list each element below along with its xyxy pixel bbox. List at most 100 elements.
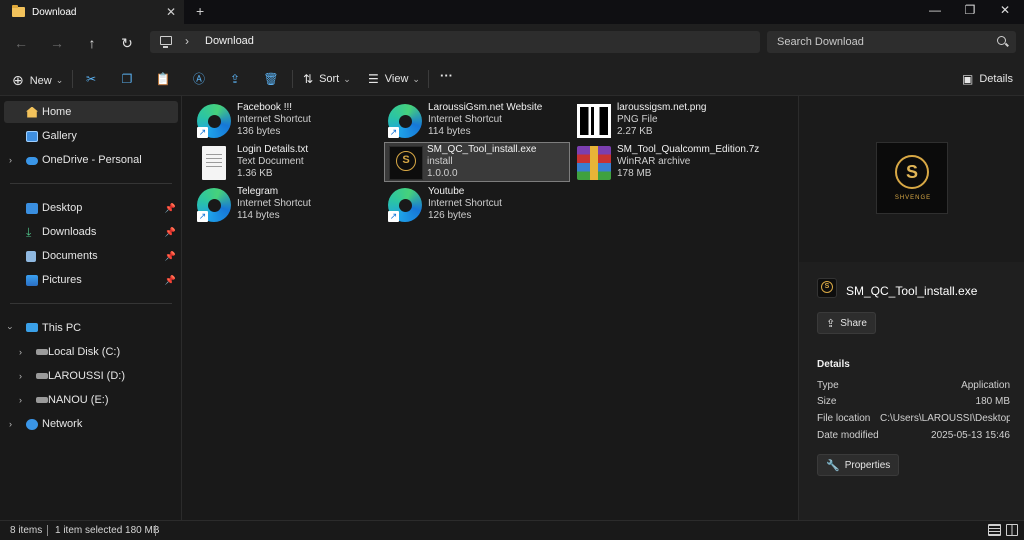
toolbar-divider	[292, 70, 293, 88]
pin-icon[interactable]: 📌	[165, 227, 176, 238]
file-item-laroussigsm-website[interactable]: ↗ LaroussiGsm.net Website Internet Short…	[376, 100, 562, 140]
sidebar-item-onedrive[interactable]: › OneDrive - Personal	[4, 149, 178, 171]
file-item-laroussigsm-png[interactable]: laroussigsm.net.png PNG File 2.27 KB	[565, 100, 751, 140]
sort-label: Sort	[319, 73, 340, 85]
sidebar-item-gallery[interactable]: Gallery	[4, 125, 178, 147]
file-item-sm-qc-tool-install[interactable]: S SM_QC_Tool_install.exe install 1.0.0.0	[384, 142, 570, 182]
prop-size-value: 180 MB	[975, 396, 1010, 407]
forward-button[interactable]: →	[46, 33, 68, 53]
prop-size-key: Size	[817, 396, 837, 407]
rename-icon[interactable]: Ⓐ	[191, 71, 207, 87]
cut-icon[interactable]: ✂	[83, 71, 99, 87]
share-icon[interactable]: ⇪	[227, 71, 243, 87]
file-size: 126 bytes	[428, 210, 472, 221]
sidebar-item-network[interactable]: › Network	[4, 413, 178, 435]
pin-icon[interactable]: 📌	[165, 203, 176, 214]
status-bar: 8 items 1 item selected 180 MB	[0, 520, 1024, 540]
monitor-icon	[160, 36, 172, 48]
address-path[interactable]: Download	[205, 35, 254, 47]
properties-label: Properties	[844, 459, 891, 471]
back-button[interactable]: ←	[10, 33, 32, 53]
status-divider	[47, 525, 48, 536]
details-label: Details	[979, 73, 1013, 85]
sidebar-item-nanou-e[interactable]: › NANOU (E:)	[14, 389, 178, 411]
up-button[interactable]: ↑	[81, 33, 103, 53]
prop-location-value[interactable]: C:\Users\LAROUSSI\Desktop\...	[880, 413, 1010, 424]
expand-chevron-icon[interactable]: ›	[19, 371, 22, 381]
file-name: laroussigsm.net.png	[617, 102, 707, 113]
properties-button[interactable]: 🔧 Properties	[817, 454, 900, 476]
file-item-facebook[interactable]: ↗ Facebook !!! Internet Shortcut 136 byt…	[185, 100, 371, 140]
sidebar-item-label: Local Disk (C:)	[48, 346, 121, 358]
cloud-icon	[26, 157, 38, 165]
pin-icon[interactable]: 📌	[165, 275, 176, 286]
prop-location-key: File location	[817, 413, 871, 424]
minimize-button[interactable]: —	[925, 3, 945, 17]
network-icon	[26, 418, 38, 430]
tab-download[interactable]: Download ✕	[0, 0, 184, 24]
search-input[interactable]: Search Download	[777, 36, 864, 48]
view-button[interactable]: ☰ View ⌄	[368, 72, 420, 86]
sidebar-item-home[interactable]: Home	[4, 101, 178, 123]
file-item-sm-tool-qualcomm[interactable]: SM_Tool_Qualcomm_Edition.7z WinRAR archi…	[565, 142, 759, 182]
file-type: Internet Shortcut	[237, 198, 311, 209]
file-name: Telegram	[237, 186, 279, 197]
sm-app-icon: S	[389, 146, 423, 180]
expand-chevron-icon[interactable]: ›	[6, 327, 16, 330]
sidebar-item-laroussi-d[interactable]: › LAROUSSI (D:)	[14, 365, 178, 387]
expand-chevron-icon[interactable]: ›	[9, 419, 12, 429]
item-count: 8 items	[10, 525, 43, 536]
file-item-login-details[interactable]: Login Details.txt Text Document 1.36 KB	[185, 142, 371, 182]
details-button[interactable]: ▣ Details	[962, 72, 1013, 86]
view-label: View	[384, 73, 409, 85]
chevron-right-icon[interactable]: ›	[185, 34, 189, 48]
sidebar-item-this-pc[interactable]: › This PC	[4, 317, 178, 339]
sm-logo-wordmark: SHVENGE	[894, 195, 932, 201]
expand-chevron-icon[interactable]: ›	[9, 155, 12, 165]
expand-chevron-icon[interactable]: ›	[19, 347, 22, 357]
sidebar-divider	[10, 303, 172, 304]
file-type: Internet Shortcut	[428, 198, 502, 209]
file-name: SM_QC_Tool_install.exe	[427, 144, 537, 155]
new-tab-button[interactable]: +	[196, 3, 204, 19]
sort-button[interactable]: ⇅ Sort ⌄	[303, 72, 351, 86]
search-box[interactable]: Search Download	[767, 31, 1016, 53]
sidebar-item-label: NANOU (E:)	[48, 394, 109, 406]
maximize-button[interactable]: ❐	[960, 3, 980, 17]
expand-chevron-icon[interactable]: ›	[19, 395, 22, 405]
sidebar-item-label: Gallery	[42, 130, 77, 142]
share-button[interactable]: ⇪ Share	[817, 312, 876, 334]
tab-close-button[interactable]: ✕	[166, 5, 176, 19]
chevron-down-icon: ⌄	[55, 75, 64, 85]
refresh-button[interactable]: ↻	[116, 33, 138, 53]
sidebar-item-local-disk-c[interactable]: › Local Disk (C:)	[14, 341, 178, 363]
sidebar-item-desktop[interactable]: Desktop 📌	[4, 197, 178, 219]
file-size: 136 bytes	[237, 126, 281, 137]
file-name: SM_Tool_Qualcomm_Edition.7z	[617, 144, 760, 155]
sm-logo-image: S SHVENGE	[876, 142, 948, 214]
download-arrow-icon: ⤓	[26, 224, 32, 239]
sidebar-item-pictures[interactable]: Pictures 📌	[4, 269, 178, 291]
file-list: ↗ Facebook !!! Internet Shortcut 136 byt…	[183, 96, 798, 520]
sidebar-item-downloads[interactable]: ⤓ Downloads 📌	[4, 221, 178, 243]
close-window-button[interactable]: ✕	[995, 3, 1015, 17]
sidebar-divider	[10, 183, 172, 184]
pin-icon[interactable]: 📌	[165, 251, 176, 262]
plus-circle-icon: ⊕	[12, 72, 24, 88]
delete-icon[interactable]: 🗑	[263, 71, 279, 87]
address-bar[interactable]: › Download	[150, 31, 760, 53]
sidebar-item-label: LAROUSSI (D:)	[48, 370, 126, 382]
chevron-down-icon: ⌄	[343, 73, 351, 84]
details-view-icon[interactable]	[988, 524, 1001, 536]
file-item-telegram[interactable]: ↗ Telegram Internet Shortcut 114 bytes	[185, 184, 371, 224]
more-options-button[interactable]: ···	[440, 68, 453, 83]
prop-type-key: Type	[817, 380, 839, 391]
file-item-youtube[interactable]: ↗ Youtube Internet Shortcut 126 bytes	[376, 184, 562, 224]
paste-icon[interactable]: 📋	[155, 71, 171, 87]
sidebar-item-documents[interactable]: Documents 📌	[4, 245, 178, 267]
new-button[interactable]: ⊕ New ⌄	[12, 72, 63, 89]
sidebar-item-label: Desktop	[42, 202, 83, 214]
sort-icon: ⇅	[303, 72, 314, 86]
tiles-view-icon[interactable]	[1006, 524, 1018, 536]
copy-icon[interactable]: ❐	[119, 71, 135, 87]
